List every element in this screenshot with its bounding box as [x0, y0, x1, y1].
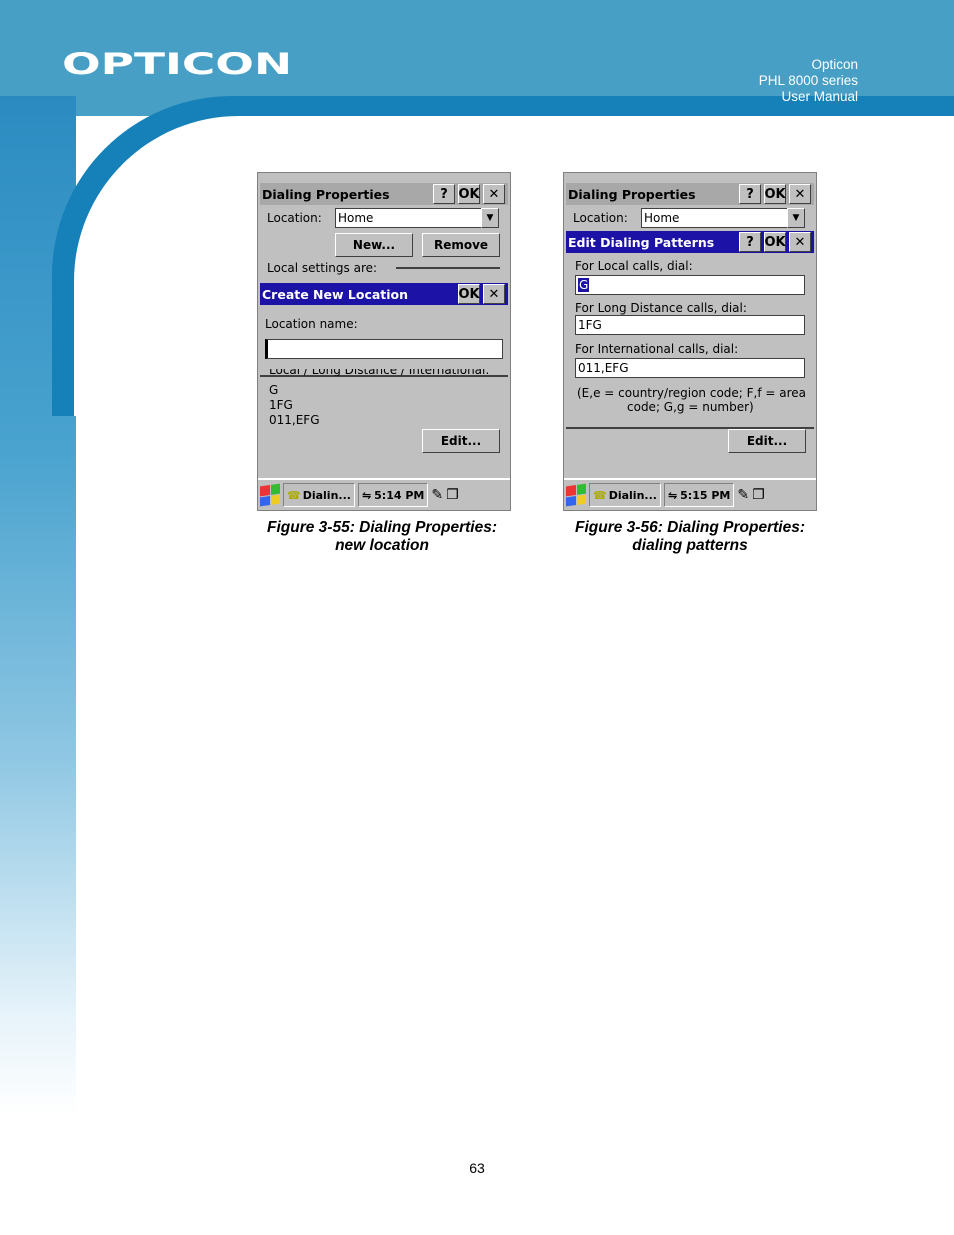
page-number: 63 [469, 1160, 485, 1176]
location-name-label: Location name: [265, 317, 358, 331]
dialing-properties-titlebar: Dialing Properties ? OK ✕ [566, 183, 814, 205]
remove-button[interactable]: Remove [422, 233, 500, 257]
ok-button[interactable]: OK [764, 184, 786, 204]
input-panel-icon[interactable]: ✎ [737, 487, 749, 503]
caption-line-1: Figure 3-56: Dialing Properties: [575, 519, 805, 536]
figure-caption-2: Figure 3-56: Dialing Properties: dialing… [530, 519, 850, 555]
taskbar: ☎ Dialin... ⇋ 5:15 PM ✎ ❐ [564, 478, 816, 510]
location-label: Location: [573, 211, 628, 225]
long-distance-input[interactable]: 1FG [575, 315, 805, 335]
dialog-titlebar: Create New Location OK ✕ [260, 283, 508, 305]
clock[interactable]: 5:14 PM [374, 489, 424, 502]
taskbar-tray: ⇋ 5:15 PM [663, 483, 735, 507]
taskbar-tray: ⇋ 5:14 PM [357, 483, 429, 507]
dialog-title: Edit Dialing Patterns [568, 234, 715, 250]
start-icon[interactable] [566, 483, 586, 507]
chevron-down-icon[interactable]: ▼ [481, 208, 499, 228]
dialog-ok-button[interactable]: OK [458, 284, 480, 304]
help-button[interactable]: ? [739, 184, 761, 204]
caption-line-1: Figure 3-55: Dialing Properties: [267, 519, 497, 536]
taskbar-app-label: Dialin... [608, 488, 657, 502]
dialog-close-button[interactable]: ✕ [483, 284, 505, 304]
network-icon[interactable]: ⇋ [668, 489, 677, 502]
location-name-input[interactable] [265, 339, 503, 359]
dialog-titlebar: Edit Dialing Patterns ? OK ✕ [566, 231, 814, 253]
local-settings-label: Local settings are: [267, 261, 378, 275]
location-label: Location: [267, 211, 322, 225]
header-line-2: PHL 8000 series [758, 73, 858, 88]
edit-button[interactable]: Edit... [422, 429, 500, 453]
dialog-close-button[interactable]: ✕ [789, 232, 811, 252]
brand-text: OPTICON [62, 50, 292, 78]
separator [396, 267, 500, 269]
phone-icon: ☎ [287, 488, 301, 502]
close-button[interactable]: ✕ [789, 184, 811, 204]
location-select[interactable]: Home [641, 208, 789, 228]
ok-button[interactable]: OK [458, 184, 480, 204]
new-button[interactable]: New... [335, 233, 413, 257]
opticon-logo: OPTICON [62, 50, 292, 78]
long-distance-value: 1FG [269, 398, 293, 412]
header-line-3: User Manual [781, 89, 858, 104]
international-input[interactable]: 011,EFG [575, 358, 805, 378]
legend-line-2: code; G,g = number) [627, 400, 754, 414]
legend-line-1: (E,e = country/region code; F,f = area [577, 386, 807, 400]
dialing-row-label: Local / Long Distance / International: [269, 369, 490, 376]
international-value: 011,EFG [269, 413, 320, 427]
local-calls-value: G [578, 278, 590, 292]
caption-line-2: new location [335, 537, 429, 554]
phone-icon: ☎ [593, 488, 607, 502]
dialing-properties-titlebar: Dialing Properties ? OK ✕ [260, 183, 508, 205]
windows-icon[interactable]: ❐ [446, 487, 459, 503]
create-location-dialog: Create New Location OK ✕ Location name: [260, 281, 508, 377]
taskbar-app-button[interactable]: ☎ Dialin... [589, 483, 661, 507]
dialog-title: Create New Location [262, 286, 409, 302]
taskbar-app-label: Dialin... [302, 488, 351, 502]
edit-patterns-dialog: Edit Dialing Patterns ? OK ✕ For Local c… [566, 229, 814, 429]
taskbar: ☎ Dialin... ⇋ 5:14 PM ✎ ❐ [258, 478, 510, 510]
location-select[interactable]: Home [335, 208, 483, 228]
local-calls-input[interactable]: G [575, 275, 805, 295]
caption-line-2: dialing patterns [632, 537, 748, 554]
header-info: Opticon PHL 8000 series User Manual [759, 57, 858, 105]
edit-button[interactable]: Edit... [728, 429, 806, 453]
local-calls-label: For Local calls, dial: [575, 259, 693, 273]
dialog-help-button[interactable]: ? [739, 232, 761, 252]
chevron-down-icon[interactable]: ▼ [787, 208, 805, 228]
local-value: G [269, 383, 279, 397]
windows-icon[interactable]: ❐ [752, 487, 765, 503]
clock[interactable]: 5:15 PM [680, 489, 730, 502]
close-button[interactable]: ✕ [483, 184, 505, 204]
screenshot-new-location: Dialing Properties ? OK ✕ Location: Home… [257, 172, 511, 511]
dialog-ok-button[interactable]: OK [764, 232, 786, 252]
international-label: For International calls, dial: [575, 342, 739, 356]
header-line-1: Opticon [811, 57, 858, 72]
network-icon[interactable]: ⇋ [362, 489, 371, 502]
help-button[interactable]: ? [433, 184, 455, 204]
window-title: Dialing Properties [262, 186, 390, 202]
figure-caption-1: Figure 3-55: Dialing Properties: new loc… [222, 519, 542, 555]
screenshot-dialing-patterns: Dialing Properties ? OK ✕ Location: Home… [563, 172, 817, 511]
input-panel-icon[interactable]: ✎ [431, 487, 443, 503]
taskbar-app-button[interactable]: ☎ Dialin... [283, 483, 355, 507]
start-icon[interactable] [260, 483, 280, 507]
window-title: Dialing Properties [568, 186, 696, 202]
long-distance-label: For Long Distance calls, dial: [575, 301, 747, 315]
